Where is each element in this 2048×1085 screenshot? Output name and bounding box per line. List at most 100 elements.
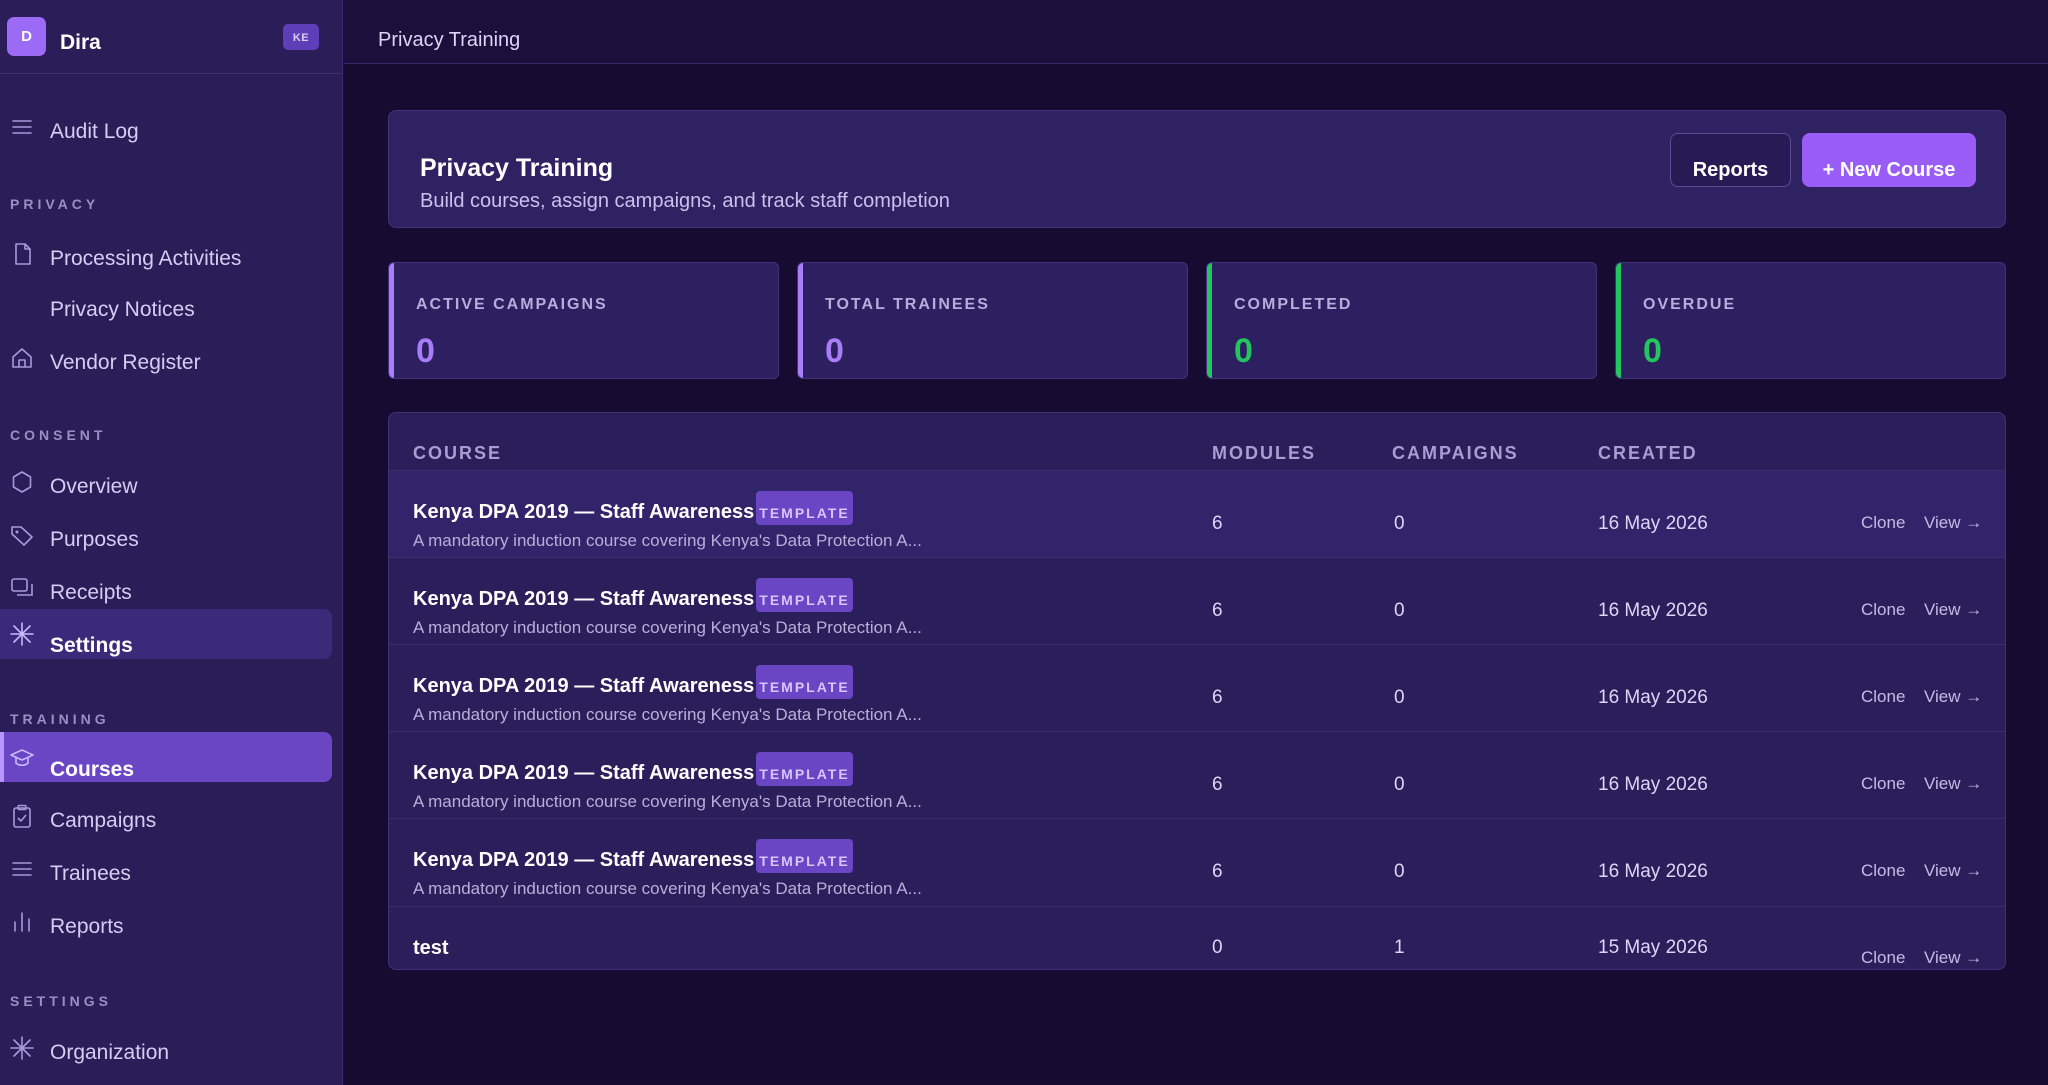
sidebar-item-label: Reports <box>50 915 124 938</box>
column-header-modules[interactable]: MODULES <box>1212 443 1316 464</box>
brand-name[interactable]: Dira <box>60 31 101 55</box>
sidebar-item-label: Trainees <box>50 862 131 885</box>
table-header: COURSE MODULES CAMPAIGNS CREATED <box>389 413 2005 471</box>
sidebar-item-courses[interactable]: Courses <box>0 732 332 782</box>
course-name[interactable]: Kenya DPA 2019 — Staff Awareness <box>413 675 754 698</box>
sidebar-item-label: Processing Activities <box>50 247 242 270</box>
view-link[interactable]: View → <box>1924 687 1982 707</box>
table-row[interactable]: Kenya DPA 2019 — Staff Awareness TEMPLAT… <box>389 732 2005 819</box>
course-description: A mandatory induction course covering Ke… <box>413 531 922 550</box>
view-link[interactable]: View → <box>1924 513 1982 533</box>
nav-section-privacy: PRIVACY <box>10 196 100 212</box>
nav-section-settings: SETTINGS <box>10 993 113 1009</box>
brand-header: D Dira KE <box>0 0 343 74</box>
sidebar-item-label: Overview <box>50 475 138 498</box>
brand-logo[interactable]: D <box>7 17 46 56</box>
view-link[interactable]: View → <box>1924 861 1982 881</box>
sidebar-item-organization[interactable]: Organization <box>0 1027 343 1077</box>
course-name[interactable]: Kenya DPA 2019 — Staff Awareness <box>413 588 754 611</box>
course-name[interactable]: Kenya DPA 2019 — Staff Awareness <box>413 849 754 872</box>
modules-count: 0 <box>1212 937 1223 958</box>
list-icon <box>9 856 35 882</box>
modules-count: 6 <box>1212 774 1223 795</box>
clone-link[interactable]: Clone <box>1861 948 1905 968</box>
template-badge: TEMPLATE <box>756 491 853 525</box>
campaigns-count: 1 <box>1394 937 1405 958</box>
sidebar-item-purposes[interactable]: Purposes <box>0 514 343 564</box>
table-row[interactable]: test 0 1 15 May 2026 Clone View → <box>389 907 2005 969</box>
sidebar-item-label: Vendor Register <box>50 351 201 374</box>
column-header-created[interactable]: CREATED <box>1598 443 1698 464</box>
clone-link[interactable]: Clone <box>1861 687 1905 707</box>
course-name[interactable]: test <box>413 937 449 960</box>
sidebar-item-label: Receipts <box>50 581 132 604</box>
sidebar-item-label: Settings <box>50 634 133 657</box>
breadcrumb: Privacy Training <box>378 29 521 51</box>
clone-link[interactable]: Clone <box>1861 600 1905 620</box>
sidebar-item-privacy-notices[interactable]: Privacy Notices <box>0 284 343 334</box>
table-row[interactable]: Kenya DPA 2019 — Staff Awareness TEMPLAT… <box>389 558 2005 645</box>
table-row[interactable]: Kenya DPA 2019 — Staff Awareness TEMPLAT… <box>389 471 2005 558</box>
top-bar: Privacy Training <box>344 0 2048 64</box>
sidebar-item-label: Courses <box>50 758 135 781</box>
sidebar-item-trainees[interactable]: Trainees <box>0 848 343 898</box>
sidebar-item-audit-log[interactable]: Audit Log <box>0 106 343 156</box>
sidebar-item-campaigns[interactable]: Campaigns <box>0 795 343 845</box>
bar-chart-icon <box>9 909 35 935</box>
sidebar-item-label: Audit Log <box>50 120 139 143</box>
course-name[interactable]: Kenya DPA 2019 — Staff Awareness <box>413 501 754 524</box>
view-link[interactable]: View → <box>1924 948 1982 968</box>
created-date: 15 May 2026 <box>1598 937 1708 958</box>
sidebar: D Dira KE Audit Log PRIVACY Processing A… <box>0 0 343 1085</box>
created-date: 16 May 2026 <box>1598 600 1708 621</box>
sidebar-item-label: Purposes <box>50 528 139 551</box>
stat-label: OVERDUE <box>1643 296 1737 313</box>
table-row[interactable]: Kenya DPA 2019 — Staff Awareness TEMPLAT… <box>389 819 2005 907</box>
sidebar-item-label: Organization <box>50 1041 170 1064</box>
courses-table: COURSE MODULES CAMPAIGNS CREATED Kenya D… <box>388 412 2006 970</box>
clipboard-check-icon <box>9 803 35 829</box>
home-icon <box>9 345 35 371</box>
country-badge[interactable]: KE <box>283 24 319 50</box>
clone-link[interactable]: Clone <box>1861 513 1905 533</box>
stat-card-completed: COMPLETED 0 <box>1206 262 1597 379</box>
clone-link[interactable]: Clone <box>1861 861 1905 881</box>
column-header-course[interactable]: COURSE <box>413 443 502 464</box>
stat-card-total-trainees: TOTAL TRAINEES 0 <box>797 262 1188 379</box>
modules-count: 6 <box>1212 513 1223 534</box>
new-course-button[interactable]: + New Course <box>1802 133 1976 187</box>
stat-label: ACTIVE CAMPAIGNS <box>416 296 608 313</box>
stat-value: 0 <box>1643 332 1662 370</box>
course-description: A mandatory induction course covering Ke… <box>413 618 922 637</box>
view-link[interactable]: View → <box>1924 600 1982 620</box>
modules-count: 6 <box>1212 687 1223 708</box>
sidebar-item-overview[interactable]: Overview <box>0 461 343 511</box>
sidebar-item-processing-activities[interactable]: Processing Activities <box>0 233 343 283</box>
stat-value: 0 <box>825 332 844 370</box>
copy-icon <box>9 575 35 601</box>
sidebar-item-settings[interactable]: Settings <box>0 609 332 659</box>
course-description: A mandatory induction course covering Ke… <box>413 879 922 898</box>
campaigns-count: 0 <box>1394 774 1405 795</box>
table-row[interactable]: Kenya DPA 2019 — Staff Awareness TEMPLAT… <box>389 645 2005 732</box>
reports-button[interactable]: Reports <box>1670 133 1791 187</box>
created-date: 16 May 2026 <box>1598 513 1708 534</box>
sidebar-item-reports[interactable]: Reports <box>0 901 343 951</box>
nav-section-consent: CONSENT <box>10 427 107 443</box>
sidebar-item-label: Campaigns <box>50 809 157 832</box>
course-name[interactable]: Kenya DPA 2019 — Staff Awareness <box>413 762 754 785</box>
file-icon <box>9 241 35 267</box>
view-link[interactable]: View → <box>1924 774 1982 794</box>
modules-count: 6 <box>1212 861 1223 882</box>
clone-link[interactable]: Clone <box>1861 774 1905 794</box>
template-badge: TEMPLATE <box>756 578 853 612</box>
stat-label: COMPLETED <box>1234 296 1353 313</box>
stat-card-active-campaigns: ACTIVE CAMPAIGNS 0 <box>388 262 779 379</box>
sidebar-item-vendor-register[interactable]: Vendor Register <box>0 337 343 387</box>
page-title: Privacy Training <box>420 154 614 182</box>
stat-value: 0 <box>416 332 435 370</box>
course-description: A mandatory induction course covering Ke… <box>413 792 922 811</box>
stat-value: 0 <box>1234 332 1253 370</box>
course-description: A mandatory induction course covering Ke… <box>413 705 922 724</box>
column-header-campaigns[interactable]: CAMPAIGNS <box>1392 443 1519 464</box>
